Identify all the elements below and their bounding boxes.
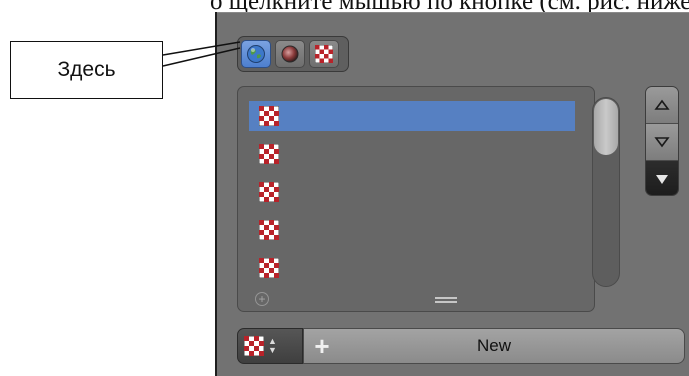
move-up-icon — [654, 99, 670, 110]
tab-texture[interactable] — [309, 40, 339, 68]
texture-slot-row[interactable] — [249, 101, 575, 131]
texture-checker-icon — [244, 336, 264, 356]
new-texture-button[interactable]: + New — [303, 328, 685, 364]
texture-slot-row[interactable] — [249, 139, 575, 169]
texture-checker-icon — [259, 258, 279, 278]
texture-checker-icon — [259, 144, 279, 164]
specials-menu-icon — [656, 175, 668, 184]
up-down-arrows-icon: ▲ ▼ — [268, 336, 277, 355]
move-down-button[interactable] — [646, 124, 678, 160]
resize-grip-icon[interactable] — [435, 297, 457, 303]
expand-list-icon[interactable]: + — [255, 292, 269, 306]
panel-top-edge — [217, 12, 689, 13]
move-up-button[interactable] — [646, 87, 678, 123]
texture-panel: + ▲ ▼ + New — [215, 12, 689, 376]
texture-checker-icon — [315, 45, 333, 63]
texture-checker-icon — [259, 220, 279, 240]
texture-slot-list[interactable]: + — [237, 86, 620, 312]
material-sphere-icon — [281, 45, 299, 63]
texture-slot-row[interactable] — [249, 177, 575, 207]
texture-checker-icon — [259, 182, 279, 202]
tab-material[interactable] — [275, 40, 305, 68]
world-icon — [247, 45, 265, 63]
slot-move-buttons — [645, 86, 679, 196]
texture-checker-icon — [259, 106, 279, 126]
callout-label: Здесь — [57, 58, 116, 81]
list-scrollbar[interactable] — [592, 97, 620, 287]
new-button-label: New — [476, 336, 511, 355]
texture-slot-row[interactable] — [249, 215, 575, 245]
texture-slot-row[interactable] — [249, 253, 575, 283]
texture-context-tabs — [237, 36, 349, 72]
callout-box: Здесь — [10, 41, 163, 99]
specials-menu-button[interactable] — [646, 161, 678, 195]
texture-browse-selector[interactable]: ▲ ▼ — [237, 328, 303, 364]
tab-world[interactable] — [241, 40, 271, 68]
scrollbar-thumb[interactable] — [594, 99, 618, 155]
move-down-icon — [654, 137, 670, 148]
